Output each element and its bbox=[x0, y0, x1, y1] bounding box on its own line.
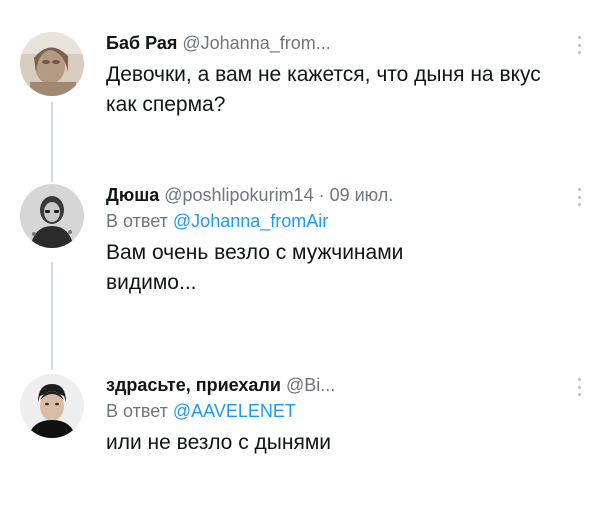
tweet-date[interactable]: 09 июл. bbox=[330, 185, 394, 205]
tweet-text: Девочки, а вам не кажется, что дыня на в… bbox=[106, 63, 541, 116]
tweet[interactable]: Баб Рая @Johanna_from... Девочки, а вам … bbox=[20, 32, 586, 132]
avatar[interactable] bbox=[20, 32, 84, 96]
tweet-header: Дюша @poshlipokurim14 · 09 июл. bbox=[106, 184, 556, 206]
reply-context: В ответ @Johanna_fromAir bbox=[106, 210, 556, 232]
user-avatar-icon bbox=[20, 374, 84, 438]
tweet[interactable]: здрасьте, приехали @Bi... В ответ @AAVEL… bbox=[20, 374, 586, 494]
author-handle[interactable]: @poshlipokurim14 bbox=[164, 185, 313, 205]
author-handle[interactable]: @Johanna_from... bbox=[182, 33, 330, 53]
more-options-icon[interactable] bbox=[572, 376, 586, 398]
tweet-header: Баб Рая @Johanna_from... bbox=[106, 32, 556, 54]
avatar[interactable] bbox=[20, 184, 84, 248]
tweet[interactable]: Дюша @poshlipokurim14 · 09 июл. В ответ … bbox=[20, 184, 586, 334]
author-name[interactable]: Баб Рая bbox=[106, 33, 177, 53]
tweet-header: здрасьте, приехали @Bi... bbox=[106, 374, 556, 396]
reply-context: В ответ @AAVELENET bbox=[106, 400, 556, 422]
reply-mention-link[interactable]: @Johanna_fromAir bbox=[173, 211, 328, 231]
author-name[interactable]: Дюша bbox=[106, 185, 159, 205]
avatar[interactable] bbox=[20, 374, 84, 438]
tweet-text: Вам очень везло с мужчинами видимо... bbox=[106, 241, 404, 294]
author-handle[interactable]: @Bi... bbox=[286, 375, 335, 395]
user-avatar-icon bbox=[20, 184, 84, 248]
reply-prefix: В ответ bbox=[106, 211, 168, 231]
separator: · bbox=[318, 185, 325, 205]
more-options-icon[interactable] bbox=[572, 34, 586, 56]
reply-mention-link[interactable]: @AAVELENET bbox=[173, 401, 296, 421]
author-name[interactable]: здрасьте, приехали bbox=[106, 375, 281, 395]
user-avatar-icon bbox=[20, 32, 84, 96]
reply-prefix: В ответ bbox=[106, 401, 168, 421]
tweet-text: или не везло с дынями bbox=[106, 431, 332, 454]
more-options-icon[interactable] bbox=[572, 186, 586, 208]
